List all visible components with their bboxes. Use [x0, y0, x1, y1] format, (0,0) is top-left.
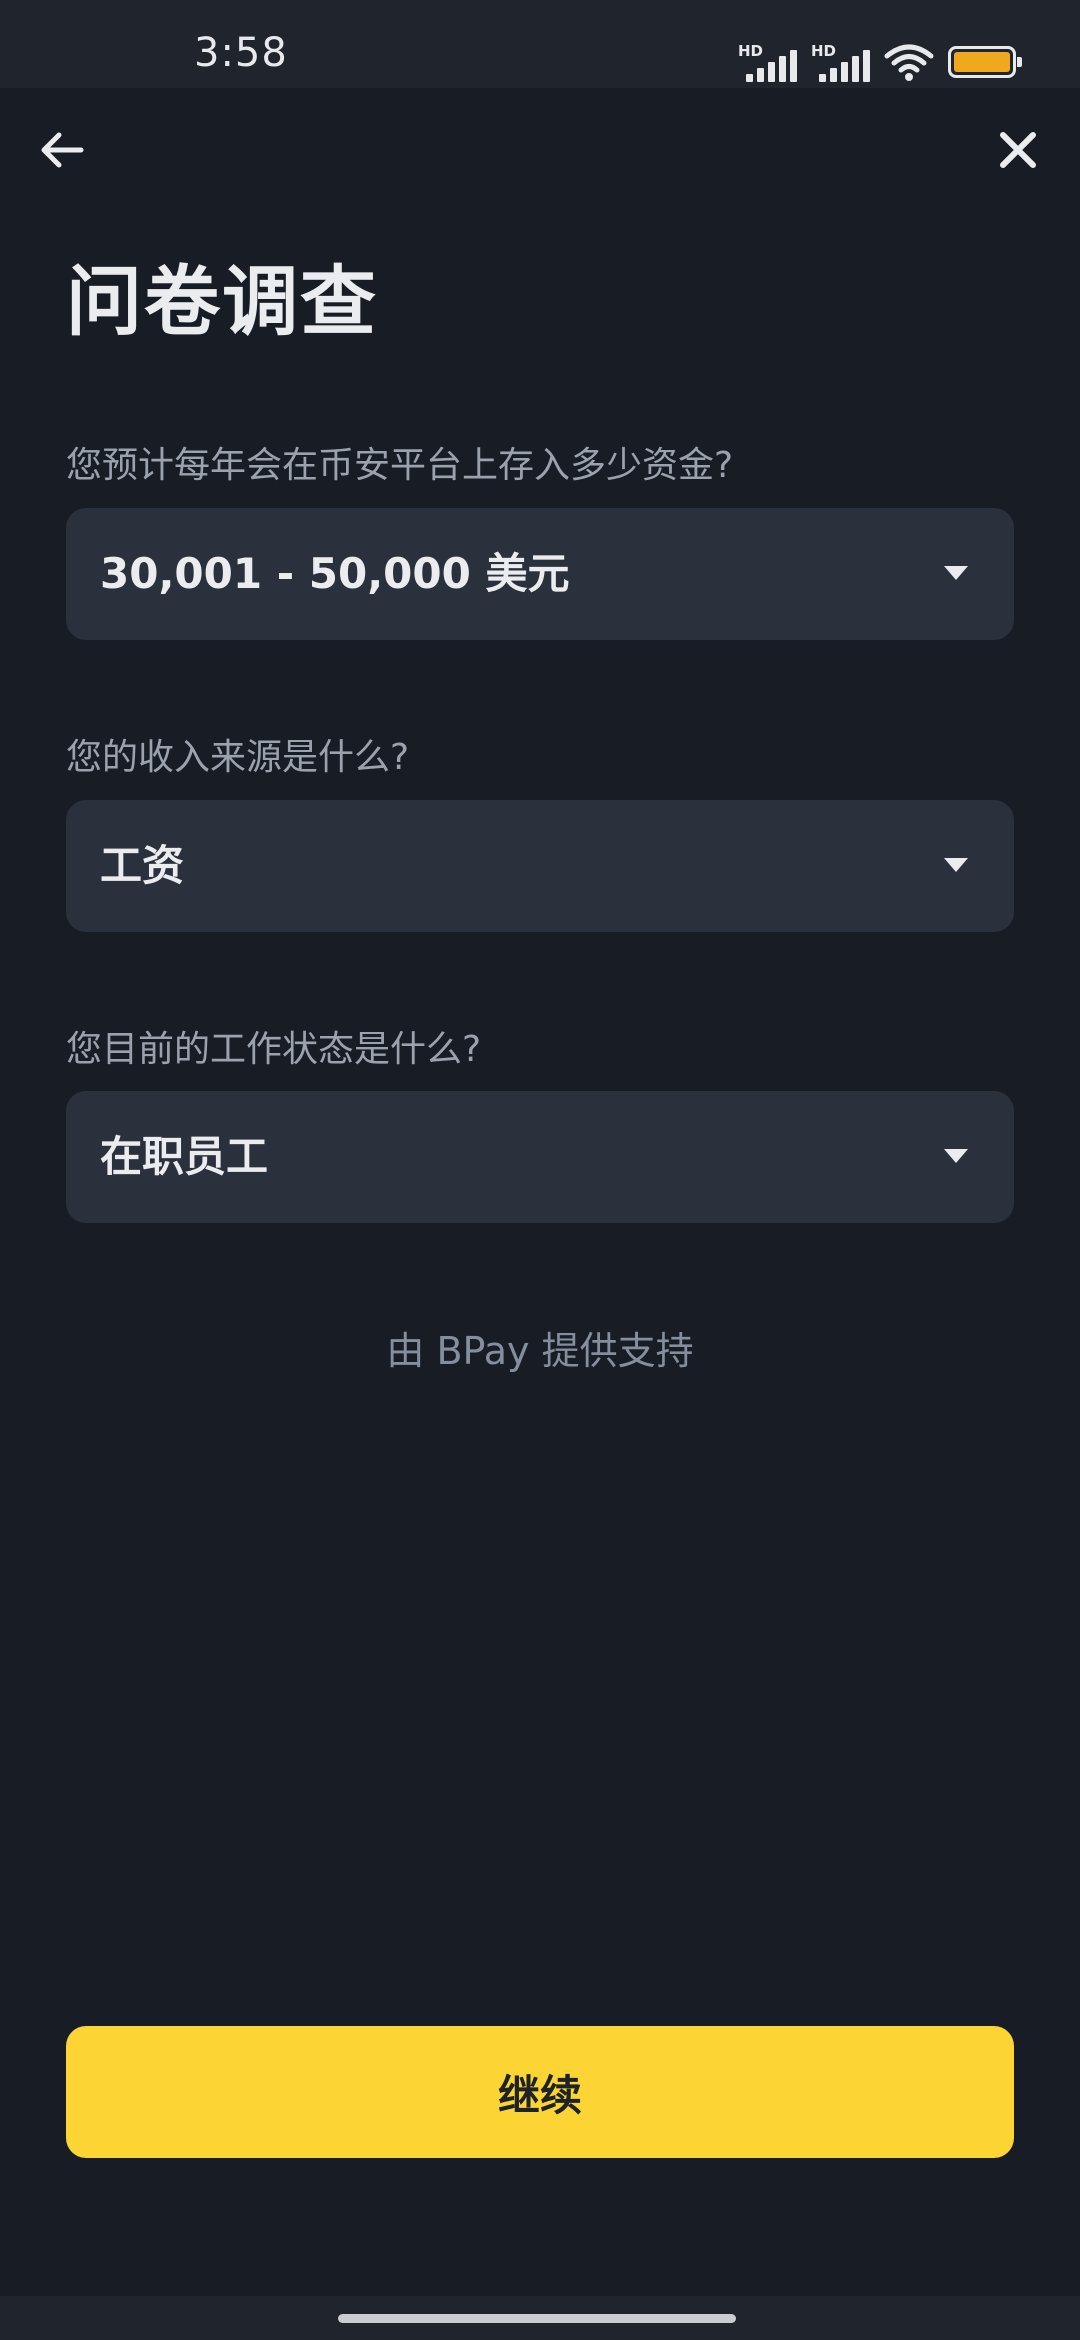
arrow-left-icon [41, 132, 84, 168]
close-button[interactable] [986, 118, 1050, 182]
top-nav [0, 88, 1080, 208]
page-title: 问卷调查 [66, 257, 378, 346]
income-source-select[interactable]: 工资 [66, 800, 1014, 932]
status-bar: 3:58 HD HD [0, 0, 1080, 88]
close-icon [1000, 132, 1036, 168]
signal-strength-icon: HD [811, 38, 870, 86]
home-indicator[interactable] [338, 2314, 736, 2323]
status-time: 3:58 [194, 30, 288, 76]
signal-hd-label: HD [811, 42, 837, 60]
battery-level [954, 52, 1010, 72]
employment-status-select[interactable]: 在职员工 [66, 1091, 1014, 1223]
continue-button[interactable]: 继续 [66, 2026, 1014, 2158]
select-value: 在职员工 [100, 1132, 269, 1181]
question-label-income-source: 您的收入来源是什么? [66, 737, 410, 778]
powered-by-text: 由 BPay 提供支持 [386, 1329, 694, 1373]
signal-hd-label: HD [738, 42, 764, 60]
system-nav-bar [0, 2296, 1080, 2340]
wifi-icon [884, 44, 934, 81]
select-value: 30,001 - 50,000 美元 [100, 549, 570, 598]
question-label-employment-status: 您目前的工作状态是什么? [66, 1029, 482, 1070]
battery-icon [948, 46, 1022, 78]
back-button[interactable] [30, 118, 94, 182]
deposit-amount-select[interactable]: 30,001 - 50,000 美元 [66, 508, 1014, 640]
caret-down-icon [944, 566, 968, 580]
caret-down-icon [944, 1149, 968, 1163]
status-icons: HD HD [738, 38, 1022, 86]
select-value: 工资 [100, 841, 185, 890]
caret-down-icon [944, 858, 968, 872]
question-label-deposit: 您预计每年会在币安平台上存入多少资金? [66, 445, 734, 486]
signal-strength-icon: HD [738, 38, 797, 86]
